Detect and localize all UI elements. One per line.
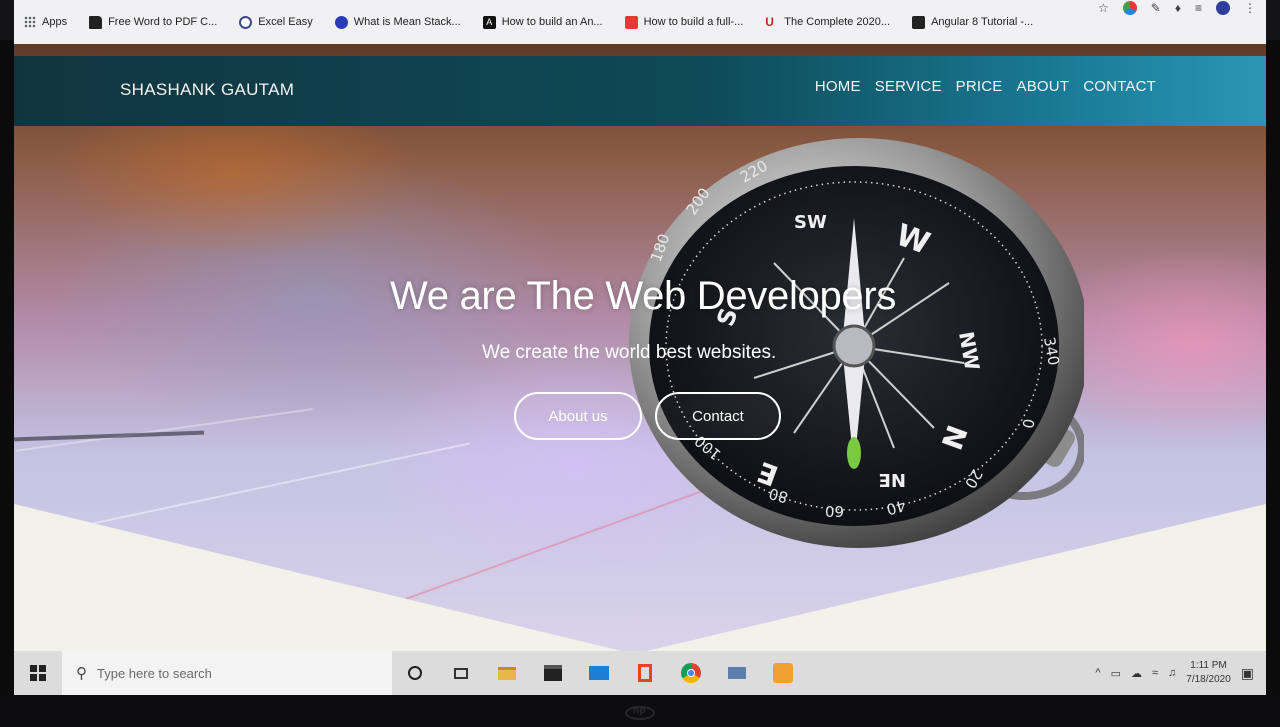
extension-icon[interactable] (1122, 1, 1137, 15)
search-icon: ⚲ (76, 665, 87, 682)
compass-label-ne: NE (879, 469, 906, 490)
nav-price[interactable]: PRICE (956, 78, 1003, 95)
battery-icon[interactable]: ▭ (1111, 667, 1121, 680)
brand-logo-text[interactable]: SHASHANK GAUTAM (120, 80, 294, 100)
star-icon[interactable]: ☆ (1098, 1, 1109, 15)
bookmark-label: Excel Easy (258, 16, 313, 28)
clock-date: 7/18/2020 (1186, 674, 1231, 685)
compass-needle-tip-green (847, 437, 861, 469)
angled-white-section (14, 504, 1266, 651)
blue-circle-icon (334, 15, 348, 29)
compass-pivot (832, 324, 876, 368)
clock-time: 1:11 PM (1190, 660, 1227, 671)
chrome-icon[interactable] (668, 651, 714, 695)
cortana-icon[interactable] (392, 651, 438, 695)
bookmark-excel-easy[interactable]: Excel Easy (239, 15, 313, 29)
apps-grid-icon (24, 16, 36, 28)
pdf-doc-icon (89, 15, 103, 29)
notification-icon[interactable]: ▣ (1241, 665, 1254, 682)
hp-logo-icon: hp (625, 706, 655, 720)
bookmark-angular-8-tutorial[interactable]: Angular 8 Tutorial -... (912, 15, 1034, 29)
bookmark-label: How to build a full-... (643, 16, 744, 28)
bookmark-mean-stack[interactable]: What is Mean Stack... (334, 15, 461, 29)
chevron-up-icon[interactable]: ^ (1095, 667, 1100, 679)
excel-easy-icon (239, 15, 253, 29)
file-explorer-icon[interactable] (484, 651, 530, 695)
cloud-icon[interactable]: ☁ (1131, 667, 1142, 680)
menu-lines-icon[interactable]: ≡ (1195, 1, 1202, 15)
bookmark-label: Angular 8 Tutorial -... (931, 16, 1034, 28)
about-us-button[interactable]: About us (514, 392, 642, 440)
bookmark-label: The Complete 2020... (784, 16, 891, 28)
udemy-u-icon: U (765, 14, 774, 29)
hero-title: We are The Web Developers (390, 274, 897, 318)
map-road-line (14, 430, 205, 442)
taskbar-search-box[interactable]: ⚲ Type here to search (62, 651, 392, 695)
system-tray: ^ ▭ ☁ ≈ ♫ 1:11 PM 7/18/2020 ▣ (1095, 651, 1266, 695)
bookmark-label: Apps (42, 16, 68, 28)
wifi-icon[interactable]: ≈ (1152, 667, 1158, 679)
clock[interactable]: 1:11 PM 7/18/2020 (1186, 659, 1231, 687)
sublime-icon[interactable] (760, 651, 806, 695)
angular-a-icon: A (482, 15, 496, 29)
more-vert-icon[interactable]: ⋮ (1244, 1, 1256, 15)
search-placeholder: Type here to search (97, 665, 212, 681)
browser-toolbar-icons: ☆ ✎ ♦ ≡ ⋮ (1098, 0, 1256, 16)
windows-logo-icon (30, 665, 46, 681)
screen: Apps Free Word to PDF C... Excel Easy Wh… (14, 0, 1266, 695)
start-button[interactable] (14, 651, 62, 695)
bookmarks-bar: Apps Free Word to PDF C... Excel Easy Wh… (14, 0, 1266, 44)
dark-tile-icon (912, 15, 926, 29)
office-icon[interactable] (622, 651, 668, 695)
nav-contact[interactable]: CONTACT (1083, 78, 1156, 95)
windows-taskbar: ⚲ Type here to search ^ ▭ ☁ ≈ ♫ 1:11 PM … (14, 651, 1266, 695)
nav-home[interactable]: HOME (815, 78, 861, 95)
bookmark-label: Free Word to PDF C... (108, 16, 218, 28)
network-pc-icon[interactable] (714, 651, 760, 695)
compass-image: 200 180 220 340 0 20 40 60 80 100 SW W S… (629, 138, 1084, 548)
red-square-icon (624, 15, 638, 29)
website-hero: SHASHANK GAUTAM HOME SERVICE PRICE ABOUT… (14, 44, 1266, 651)
map-road-line (15, 408, 313, 452)
nav-about[interactable]: ABOUT (1017, 78, 1070, 95)
puzzle-icon[interactable]: ♦ (1175, 1, 1181, 15)
mail-icon[interactable] (576, 651, 622, 695)
nav-links: HOME SERVICE PRICE ABOUT CONTACT (815, 78, 1156, 95)
bookmark-label: What is Mean Stack... (353, 16, 461, 28)
contact-button[interactable]: Contact (655, 392, 781, 440)
volume-icon[interactable]: ♫ (1168, 667, 1176, 679)
hero-subtitle: We create the world best websites. (482, 342, 777, 363)
bookmark-complete-2020[interactable]: U The Complete 2020... (765, 14, 891, 29)
bookmark-build-full[interactable]: How to build a full-... (624, 15, 744, 29)
compass-label-sw: SW (794, 212, 827, 233)
pen-icon[interactable]: ✎ (1151, 1, 1161, 15)
store-icon[interactable] (530, 651, 576, 695)
bookmark-free-word-to-pdf[interactable]: Free Word to PDF C... (89, 15, 218, 29)
navbar: SHASHANK GAUTAM HOME SERVICE PRICE ABOUT… (14, 56, 1266, 126)
nav-service[interactable]: SERVICE (875, 78, 942, 95)
bookmark-build-angular[interactable]: A How to build an An... (482, 15, 603, 29)
bookmark-apps[interactable]: Apps (24, 16, 67, 28)
task-view-icon[interactable] (438, 651, 484, 695)
profile-avatar[interactable] (1216, 1, 1230, 15)
bookmark-label: How to build an An... (501, 16, 603, 28)
